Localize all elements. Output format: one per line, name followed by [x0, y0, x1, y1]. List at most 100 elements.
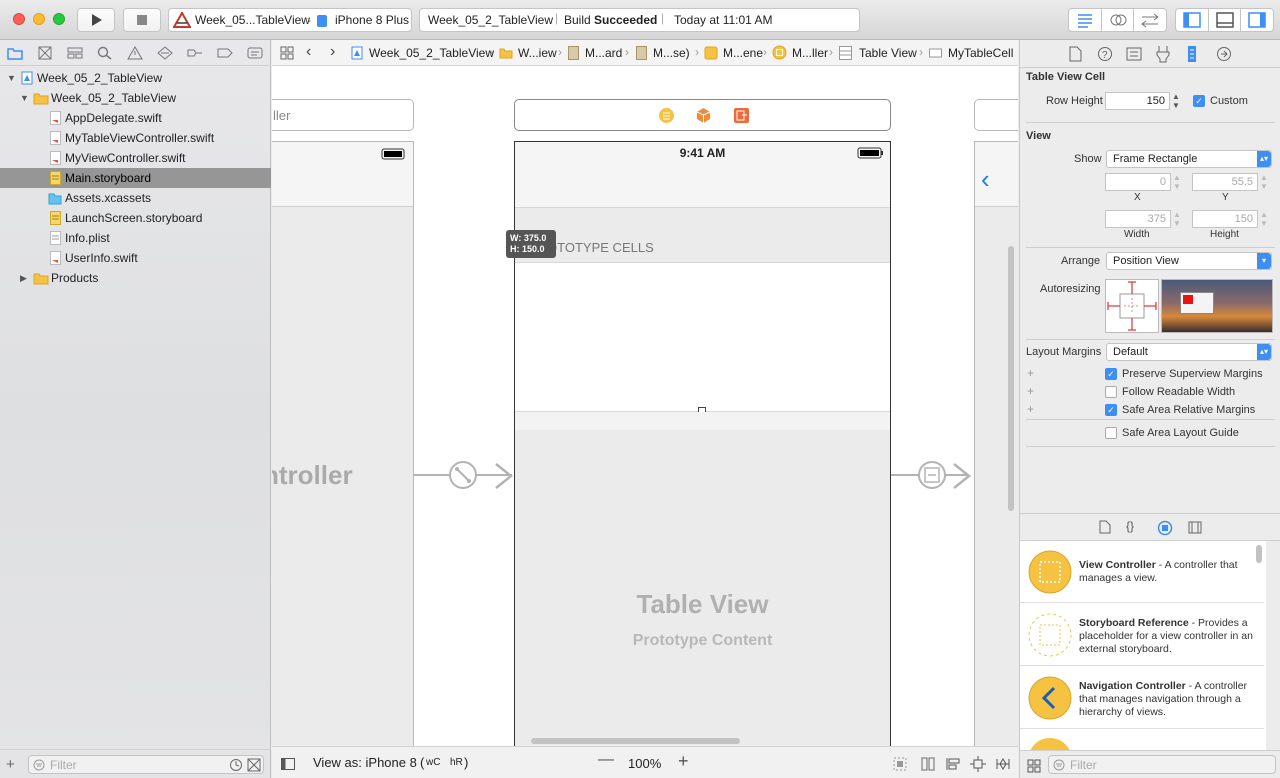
add-icon[interactable]: +: [6, 756, 15, 773]
related-items-icon[interactable]: [280, 46, 294, 60]
view-as-label[interactable]: View as: iPhone 8: [313, 755, 417, 770]
disclosure-open-icon[interactable]: ▼: [20, 88, 29, 108]
update-frames-icon[interactable]: [921, 757, 935, 771]
zoom-in-icon[interactable]: +: [678, 751, 689, 772]
run-button[interactable]: [77, 8, 115, 32]
test-nav-icon[interactable]: [157, 46, 173, 60]
library-item[interactable]: Navigation Controller - A controller tha…: [1020, 667, 1264, 729]
source-control-nav-icon[interactable]: [37, 46, 53, 60]
segue-push-icon[interactable]: [917, 460, 947, 490]
list-item-file[interactable]: MyViewController.swift: [0, 148, 271, 168]
toggle-navigator-button[interactable]: [1175, 8, 1209, 32]
list-item-file[interactable]: Assets.xcassets: [0, 188, 271, 208]
breadcrumb-item[interactable]: Week_05_2_TableView: [369, 46, 494, 60]
safe-area-relative-margins-checkbox[interactable]: ✓: [1105, 404, 1117, 416]
breadcrumb-item[interactable]: M...se): [653, 46, 690, 60]
connections-inspector-icon[interactable]: [1216, 46, 1232, 62]
list-item-file-selected[interactable]: Main.storyboard: [0, 168, 271, 188]
vertical-scrollbar[interactable]: [1008, 246, 1014, 511]
minimize-window-button[interactable]: [33, 13, 45, 25]
list-item-file[interactable]: Info.plist: [0, 228, 271, 248]
horizontal-scrollbar[interactable]: [531, 738, 740, 744]
segue-relationship-icon[interactable]: [448, 460, 478, 490]
add-variation-icon[interactable]: +: [1027, 384, 1034, 398]
media-library-icon[interactable]: [1188, 521, 1202, 534]
code-snippet-library-icon[interactable]: {}: [1126, 519, 1134, 533]
list-item-group[interactable]: ▼ Week_05_2_TableView: [0, 88, 271, 108]
back-arrow-icon[interactable]: ‹: [306, 43, 311, 61]
assistant-editor-button[interactable]: [1101, 8, 1134, 32]
library-scrollbar[interactable]: [1256, 545, 1262, 563]
attributes-inspector-icon[interactable]: [1156, 45, 1170, 63]
library-item[interactable]: View Controller - A controller that mana…: [1020, 541, 1264, 603]
breadcrumb-item[interactable]: M...ller: [792, 46, 828, 60]
autoresizing-mask-editor[interactable]: [1105, 279, 1159, 333]
preserve-superview-margins-checkbox[interactable]: ✓: [1105, 368, 1117, 380]
list-item-group[interactable]: ▶ Products: [0, 268, 271, 288]
list-item-project[interactable]: ▼ Week_05_2_TableView: [0, 68, 271, 88]
add-variation-icon[interactable]: +: [1027, 366, 1034, 380]
zoom-level[interactable]: 100%: [628, 756, 661, 771]
embed-in-stack-icon[interactable]: [893, 757, 907, 771]
view-controller-scene-left[interactable]: ntroller: [272, 141, 414, 746]
scene-dock-left[interactable]: ller: [272, 99, 414, 131]
custom-checkbox[interactable]: ✓: [1193, 95, 1205, 107]
file-template-library-icon[interactable]: [1099, 520, 1111, 534]
list-item-file[interactable]: UserInfo.swift: [0, 248, 271, 268]
safe-area-layout-guide-checkbox[interactable]: [1105, 427, 1117, 439]
file-inspector-icon[interactable]: [1068, 46, 1082, 62]
standard-editor-button[interactable]: [1068, 8, 1102, 32]
disclosure-closed-icon[interactable]: ▶: [20, 268, 27, 288]
scheme-selector[interactable]: Week_05...TableView › iPhone 8 Plus: [168, 8, 412, 32]
recent-files-icon[interactable]: [229, 758, 243, 772]
breakpoint-nav-icon[interactable]: [217, 46, 233, 60]
disclosure-open-icon[interactable]: ▼: [7, 68, 16, 88]
search-nav-icon[interactable]: [97, 46, 113, 60]
library-item[interactable]: Storyboard Reference - Provides a placeh…: [1020, 604, 1264, 666]
breadcrumb-item[interactable]: W...iew: [518, 46, 557, 60]
grid-view-icon[interactable]: [1027, 759, 1041, 773]
close-window-button[interactable]: [13, 13, 25, 25]
align-icon[interactable]: [945, 757, 961, 771]
breadcrumb-item[interactable]: Table View: [859, 46, 917, 60]
source-control-filter-icon[interactable]: [247, 758, 261, 772]
table-view-controller-scene[interactable]: 9:41 AM PROTOTYPE CELLS Table View Proto…: [514, 141, 891, 746]
prototype-table-cell[interactable]: [515, 262, 890, 412]
scene-dock-right[interactable]: [974, 99, 1018, 131]
stop-button[interactable]: [123, 8, 161, 32]
help-inspector-icon[interactable]: ?: [1097, 46, 1113, 62]
zoom-window-button[interactable]: [53, 13, 65, 25]
toggle-inspector-button[interactable]: [1240, 8, 1274, 32]
view-controller-icon[interactable]: [658, 107, 675, 124]
show-popup[interactable]: Frame Rectangle ▴▾: [1106, 150, 1272, 168]
add-variation-icon[interactable]: +: [1027, 402, 1034, 416]
scene-dock[interactable]: [514, 99, 891, 131]
arrange-popup[interactable]: Position View ▾: [1106, 252, 1272, 270]
document-outline-icon[interactable]: [281, 758, 295, 770]
add-constraints-icon[interactable]: [970, 756, 986, 772]
zoom-out-icon[interactable]: —: [598, 751, 614, 769]
forward-arrow-icon[interactable]: ›: [330, 43, 335, 61]
symbol-nav-icon[interactable]: [67, 46, 83, 60]
layout-margins-popup[interactable]: Default ▴▾: [1106, 343, 1272, 361]
navigator-filter-input[interactable]: Filter: [28, 755, 264, 774]
breadcrumb-item[interactable]: M...ene: [723, 46, 763, 60]
debug-nav-icon[interactable]: [187, 46, 203, 60]
list-item-file[interactable]: AppDelegate.swift: [0, 108, 271, 128]
resolve-issues-icon[interactable]: [995, 756, 1011, 772]
size-inspector-icon[interactable]: [1187, 45, 1197, 63]
report-nav-icon[interactable]: [247, 46, 263, 60]
breadcrumb-item[interactable]: MyTableCell: [948, 46, 1013, 60]
follow-readable-width-checkbox[interactable]: [1105, 386, 1117, 398]
breadcrumb-item[interactable]: M...ard: [585, 46, 622, 60]
exit-icon[interactable]: [733, 107, 750, 124]
identity-inspector-icon[interactable]: [1126, 47, 1142, 61]
version-editor-button[interactable]: [1133, 8, 1167, 32]
first-responder-icon[interactable]: [695, 107, 712, 124]
row-height-field[interactable]: 150: [1105, 92, 1170, 110]
list-item-file[interactable]: LaunchScreen.storyboard: [0, 208, 271, 228]
library-filter-input[interactable]: Filter: [1048, 755, 1276, 774]
object-library-icon[interactable]: [1157, 520, 1173, 536]
storyboard-canvas[interactable]: ller ntroller 9:41 AM PROTOTYPE CELLS Ta…: [272, 66, 1018, 746]
toggle-debug-area-button[interactable]: [1208, 8, 1241, 32]
